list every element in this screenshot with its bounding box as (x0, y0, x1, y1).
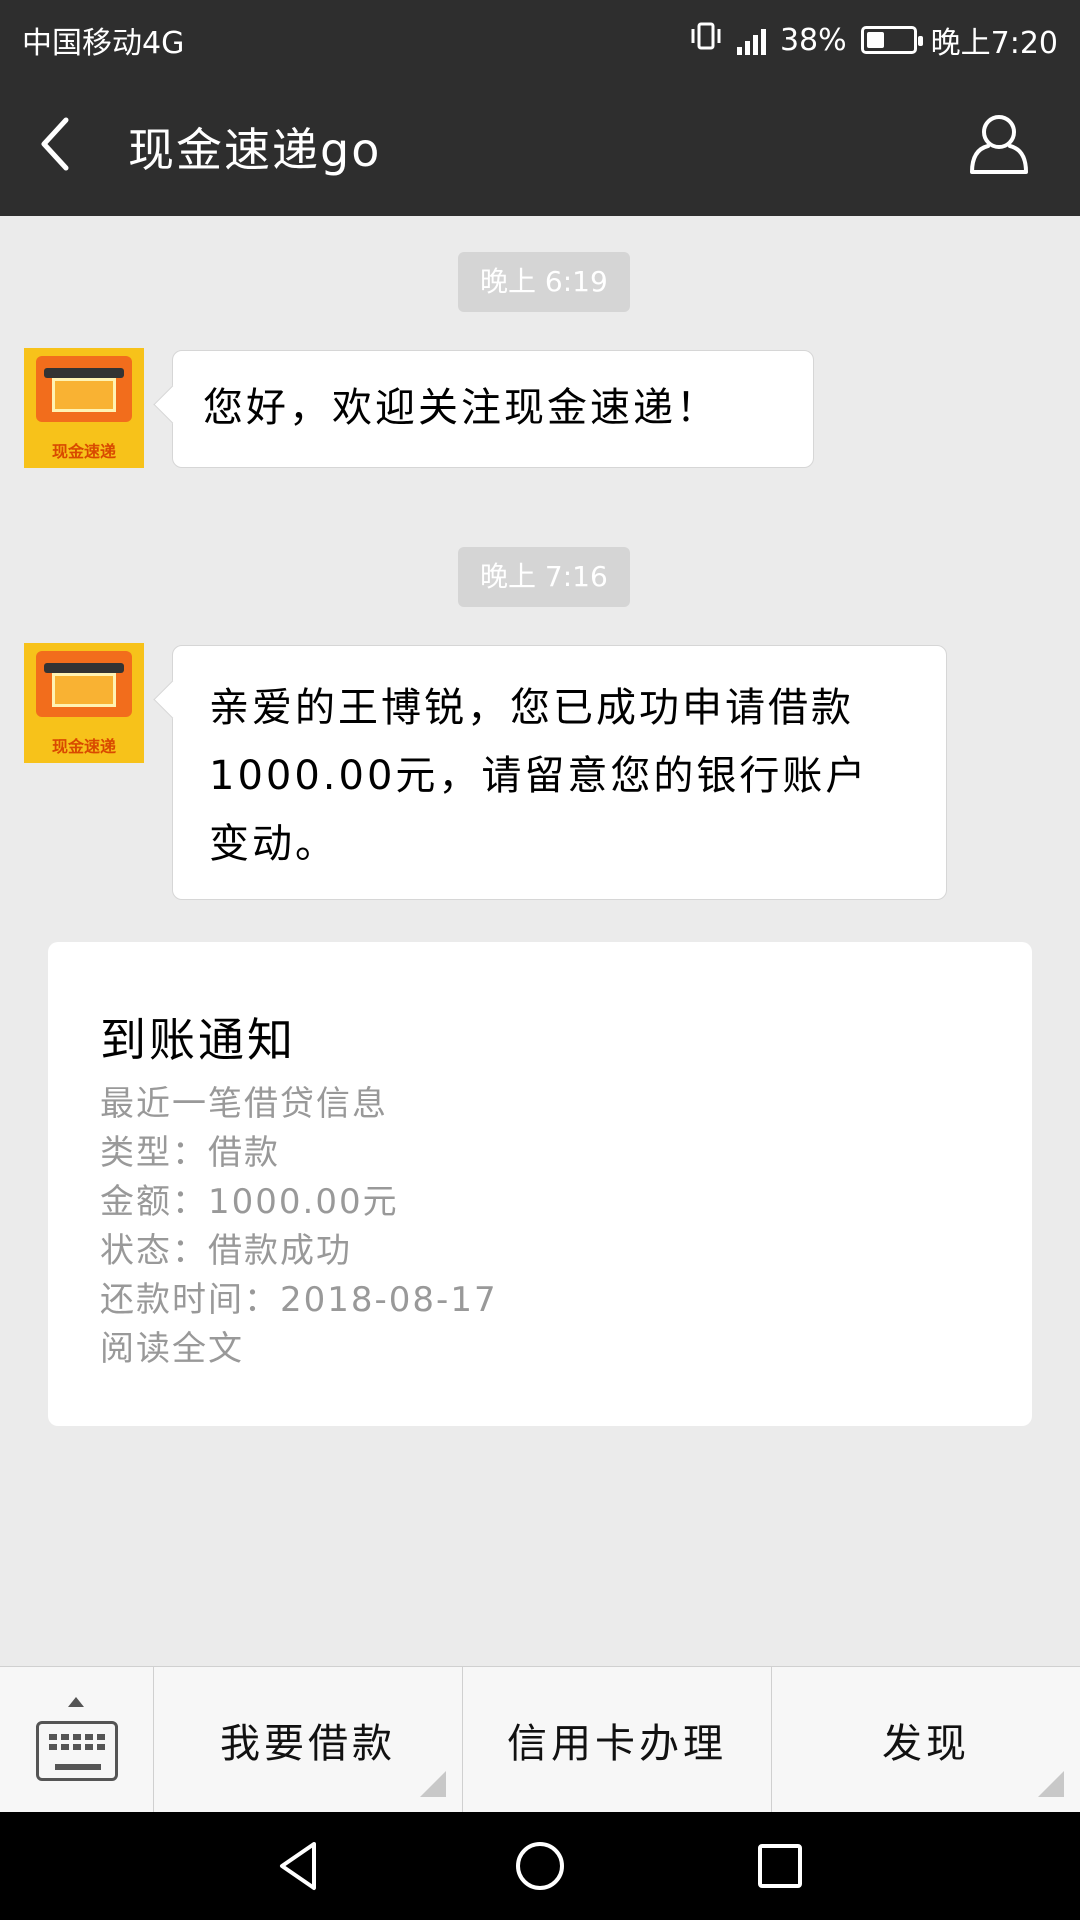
official-account-avatar[interactable]: 现金速递 (24, 643, 144, 763)
message-text: 您好，欢迎关注现金速递！ (203, 385, 719, 431)
card-line-repay-date: 还款时间：2018-08-17 (100, 1280, 498, 1320)
submenu-indicator-icon (1038, 1771, 1064, 1797)
submenu-indicator-icon (420, 1771, 446, 1797)
arrival-notice-card[interactable]: 到账通知 最近一笔借贷信息 类型：借款 金额：1000.00元 状态：借款成功 … (48, 942, 1032, 1426)
menu-item-discover[interactable]: 发现 (772, 1667, 1080, 1813)
message-timestamp: 晚上 7:16 (458, 547, 630, 607)
expand-up-icon (68, 1697, 84, 1707)
nav-back-button[interactable] (270, 1836, 330, 1896)
menu-item-label: 信用卡办理 (507, 1721, 727, 1767)
card-line-summary: 最近一笔借贷信息 (100, 1084, 388, 1124)
nav-home-icon (516, 1842, 564, 1890)
card-line-status: 状态：借款成功 (100, 1231, 352, 1271)
card-line-type: 类型：借款 (100, 1133, 280, 1173)
nav-recents-icon (758, 1844, 802, 1888)
clock: 晚上7:20 (930, 26, 1058, 61)
back-button[interactable] (36, 112, 96, 176)
keyboard-icon (36, 1721, 118, 1781)
card-body: 最近一笔借贷信息 类型：借款 金额：1000.00元 状态：借款成功 还款时间：… (100, 1080, 498, 1374)
message-bubble[interactable]: 亲爱的王博锐，您已成功申请借款1000.00元，请留意您的银行账户变动。 (172, 645, 947, 900)
message-text: 亲爱的王博锐，您已成功申请借款1000.00元，请留意您的银行账户变动。 (209, 685, 869, 867)
status-bar: 中国移动4G 38% 晚上7:20 (0, 0, 1080, 72)
avatar-label: 现金速递 (51, 737, 116, 756)
profile-button[interactable] (966, 112, 1032, 178)
signal-icon (736, 25, 766, 55)
system-nav-bar (0, 1812, 1080, 1920)
vibrate-icon (689, 21, 723, 59)
official-account-avatar[interactable]: 现金速递 (24, 348, 144, 468)
nav-home-button[interactable] (510, 1836, 570, 1896)
menu-item-credit-card[interactable]: 信用卡办理 (463, 1667, 772, 1813)
menu-item-borrow[interactable]: 我要借款 (154, 1667, 463, 1813)
message-timestamp: 晚上 6:19 (458, 252, 630, 312)
avatar-label: 现金速递 (51, 442, 116, 461)
battery-icon (860, 26, 923, 54)
user-profile-icon (970, 115, 1028, 174)
keyboard-toggle-button[interactable] (0, 1667, 154, 1813)
card-line-amount: 金额：1000.00元 (100, 1182, 399, 1222)
status-icons: 38% 晚上7:20 (689, 18, 1058, 62)
menu-item-label: 发现 (882, 1721, 970, 1767)
menu-item-label: 我要借款 (220, 1721, 396, 1767)
read-full-link[interactable]: 阅读全文 (100, 1325, 498, 1374)
page-title: 现金速递go (128, 123, 382, 177)
card-title: 到账通知 (100, 1013, 296, 1067)
bottom-menu: 我要借款 信用卡办理 发现 (0, 1666, 1080, 1813)
carrier-label: 中国移动4G (22, 26, 185, 61)
back-arrow-icon (41, 117, 69, 171)
nav-back-icon (280, 1842, 316, 1890)
header: 现金速递go (0, 72, 1080, 216)
nav-recents-button[interactable] (750, 1836, 810, 1896)
battery-percent: 38% (779, 22, 847, 58)
message-bubble[interactable]: 您好，欢迎关注现金速递！ (172, 350, 814, 468)
